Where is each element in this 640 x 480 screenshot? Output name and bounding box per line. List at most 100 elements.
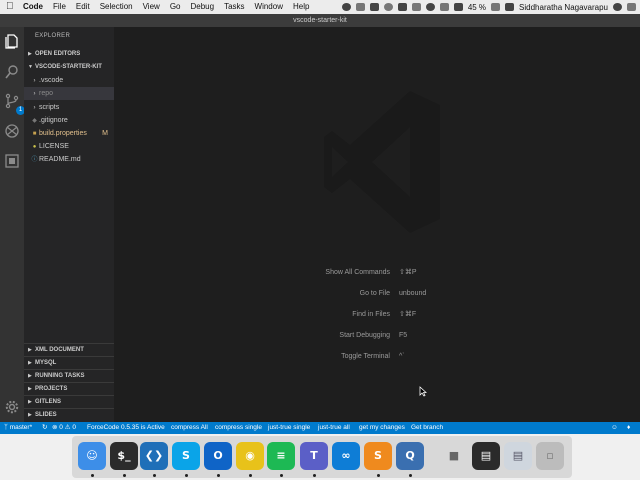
sublime-icon[interactable]: S	[364, 442, 392, 470]
menu-go[interactable]: Go	[165, 0, 186, 14]
display-icon[interactable]	[355, 3, 365, 11]
menu-tasks[interactable]: Tasks	[219, 0, 249, 14]
git-branch-icon: ᛉ	[4, 424, 8, 431]
teams-icon[interactable]: T	[300, 442, 328, 470]
section-xml-document[interactable]: ▶ XML DOCUMENT	[24, 343, 114, 356]
preview-icon[interactable]: ■	[440, 442, 468, 470]
chevron-right-icon: ▶	[28, 51, 32, 57]
tree-item-scripts-folder[interactable]: › scripts	[24, 101, 114, 114]
tree-item-gitignore[interactable]: ◆ .gitignore	[24, 114, 114, 127]
window-title: vscode-starter-kit	[293, 17, 347, 24]
status-app-icon[interactable]	[341, 3, 351, 11]
menu-selection[interactable]: Selection	[95, 0, 138, 14]
tree-item-license[interactable]: ● LICENSE	[24, 140, 114, 153]
finder-icon[interactable]: ☺	[78, 442, 106, 470]
search-icon[interactable]	[4, 64, 20, 80]
vscode-icon[interactable]: ❮❯	[140, 442, 168, 470]
key-toggle-terminal: ^`	[399, 353, 405, 360]
clock-icon[interactable]	[411, 3, 421, 11]
hint-start-debugging: Start Debugging	[339, 332, 390, 339]
menu-view[interactable]: View	[138, 0, 165, 14]
status-get-my-changes[interactable]: get my changes	[359, 422, 405, 434]
wifi-icon[interactable]	[439, 3, 449, 11]
notification-center-icon[interactable]	[627, 3, 636, 11]
current-user[interactable]: Siddharatha Nagavarapu	[519, 3, 608, 12]
status-just-true-single[interactable]: just-true single	[268, 422, 310, 434]
explorer-sidebar: EXPLORER ▶ OPEN EDITORS ▼ VSCODE-STARTER-K…	[24, 27, 114, 422]
chevron-down-icon: ▼	[28, 64, 33, 70]
status-bar: ᛉ master* ↻ ⊗ 0 ⚠ 0 ForceCode 0.5.35 is …	[0, 422, 640, 434]
skype-icon[interactable]: S	[172, 442, 200, 470]
terminal-icon[interactable]: $_	[110, 442, 138, 470]
menu-window[interactable]: Window	[250, 0, 288, 14]
battery-icon[interactable]	[491, 3, 501, 11]
outlook-icon[interactable]: O	[204, 442, 232, 470]
menu-help[interactable]: Help	[288, 0, 314, 14]
key-show-all-commands: ⇧⌘P	[399, 269, 417, 276]
hint-toggle-terminal: Toggle Terminal	[341, 353, 390, 360]
settings-gear-icon[interactable]	[4, 399, 20, 415]
key-go-to-file: unbound	[399, 290, 427, 297]
section-mysql[interactable]: ▶ MYSQL	[24, 356, 114, 369]
problems-item[interactable]: ⊗ 0 ⚠ 0	[52, 422, 76, 434]
mouse-pointer-icon	[419, 386, 427, 397]
menu-file[interactable]: File	[48, 0, 71, 14]
status-forcecode[interactable]: ForceCode 0.5.35 is Active	[87, 422, 165, 434]
spotify-icon[interactable]: ≡	[267, 442, 295, 470]
editor-area[interactable]: Show All Commands ⇧⌘P Go to File unbound…	[114, 27, 640, 422]
source-control-icon[interactable]: 1	[4, 93, 25, 115]
workspace-header[interactable]: ▼ VSCODE-STARTER-KIT	[24, 61, 114, 74]
sync-status-icon[interactable]: ↻	[42, 422, 47, 434]
section-projects[interactable]: ▶ PROJECTS	[24, 382, 114, 395]
notifications-bell-icon[interactable]: ♦	[627, 422, 630, 434]
camera-icon[interactable]	[397, 3, 407, 11]
section-running-tasks[interactable]: ▶ RUNNING TASKS	[24, 369, 114, 382]
dictionary-icon[interactable]: ∞	[332, 442, 360, 470]
running-indicator	[217, 474, 220, 477]
document-icon[interactable]: ▤	[504, 442, 532, 470]
chrome-icon[interactable]: ◉	[236, 442, 264, 470]
window-title-bar: vscode-starter-kit	[0, 14, 640, 27]
menu-debug[interactable]: Debug	[185, 0, 219, 14]
running-indicator	[153, 474, 156, 477]
menu-extras: 45 % Siddharatha Nagavarapu	[341, 0, 636, 14]
tree-item-repo-folder[interactable]: › repo	[24, 87, 114, 100]
tree-item-build-properties[interactable]: ■ build.properties M	[24, 127, 114, 140]
chevron-right-icon: ›	[33, 91, 36, 97]
git-branch-item[interactable]: ᛉ master*	[4, 422, 32, 434]
menu-code[interactable]: Code	[18, 0, 48, 14]
hint-show-all-commands: Show All Commands	[325, 269, 390, 276]
running-indicator	[280, 474, 283, 477]
open-editors-header[interactable]: ▶ OPEN EDITORS	[24, 48, 114, 61]
extensions-icon[interactable]	[4, 153, 20, 169]
explorer-icon[interactable]	[4, 33, 20, 49]
window-thumbnail-icon[interactable]: ▤	[472, 442, 500, 470]
cloud-icon[interactable]	[369, 3, 379, 11]
input-source-icon[interactable]	[505, 3, 515, 11]
spotlight-icon[interactable]	[613, 3, 622, 11]
status-compress-all[interactable]: compress All	[171, 422, 208, 434]
trash-icon[interactable]: ▫	[536, 442, 564, 470]
feedback-smiley-icon[interactable]: ☺	[611, 422, 618, 434]
battery-percentage[interactable]: 45 %	[468, 3, 486, 12]
explorer-title: EXPLORER	[35, 33, 71, 39]
bluetooth-icon[interactable]	[425, 3, 435, 11]
chevron-right-icon: ▶	[28, 412, 32, 418]
sync-icon[interactable]	[383, 3, 393, 11]
macos-menu-bar:  Code File Edit Selection View Go Debug…	[0, 0, 640, 14]
running-indicator	[185, 474, 188, 477]
status-get-branch[interactable]: Get branch	[411, 422, 443, 434]
debug-icon[interactable]	[4, 123, 20, 139]
quicktime-icon[interactable]: Q	[396, 442, 424, 470]
status-compress-single[interactable]: compress single	[215, 422, 262, 434]
volume-icon[interactable]	[453, 3, 463, 11]
tree-item-vscode-folder[interactable]: › .vscode	[24, 74, 114, 87]
menu-edit[interactable]: Edit	[71, 0, 95, 14]
section-gitlens[interactable]: ▶ GITLENS	[24, 395, 114, 408]
section-slides[interactable]: ▶ SLIDES	[24, 408, 114, 421]
running-indicator	[313, 474, 316, 477]
apple-menu-icon[interactable]: 	[6, 0, 18, 14]
status-just-true-all[interactable]: just-true all	[318, 422, 350, 434]
tree-item-readme[interactable]: ⓘ README.md	[24, 153, 114, 166]
running-indicator	[409, 474, 412, 477]
